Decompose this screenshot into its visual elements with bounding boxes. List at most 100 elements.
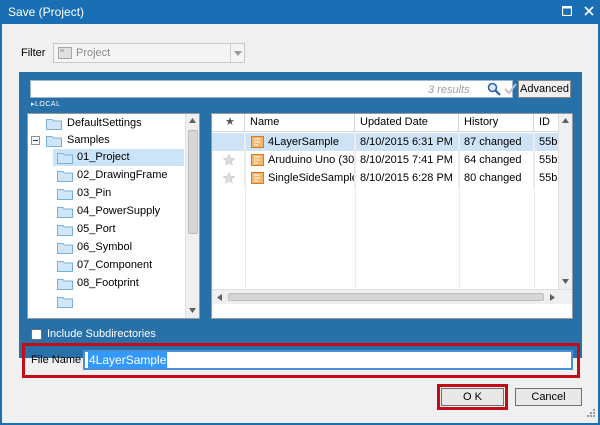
- project-file-icon: [251, 154, 264, 166]
- tree-item-08-footprint[interactable]: 08_Footprint: [53, 275, 184, 292]
- column-header-history[interactable]: History: [459, 114, 534, 132]
- checkbox-box[interactable]: [31, 329, 42, 340]
- grid-header: ★ Name Updated Date History ID: [212, 114, 572, 132]
- scroll-up-icon[interactable]: [562, 118, 569, 123]
- scroll-right-icon[interactable]: [550, 294, 555, 301]
- resize-grip-icon[interactable]: [586, 408, 596, 418]
- tree-item-07-component[interactable]: 07_Component: [53, 257, 184, 274]
- tree-item-label: 04_PowerSupply: [77, 205, 161, 217]
- folder-icon: [57, 171, 73, 182]
- id-cell: 55b9bc: [539, 172, 558, 184]
- star-cell[interactable]: [212, 133, 245, 151]
- project-filter-icon: [58, 47, 72, 59]
- folder-icon: [57, 153, 73, 164]
- project-name: SingleSideSample: [268, 172, 355, 184]
- column-divider: [245, 132, 246, 288]
- name-cell: 4LayerSample: [245, 133, 355, 151]
- folder-icon: [57, 207, 73, 218]
- file-name-label: File Name: [31, 354, 82, 366]
- file-name-row-highlight: File Name 4LayerSample: [22, 343, 580, 378]
- cancel-button[interactable]: Cancel: [515, 388, 582, 406]
- tree-item-label: DefaultSettings: [67, 117, 142, 129]
- tree-item-partial[interactable]: [53, 293, 184, 310]
- folder-icon: [57, 189, 73, 200]
- folder-tree[interactable]: DefaultSettings Samples 01_Project 02_Dr…: [27, 113, 200, 319]
- column-divider: [459, 132, 460, 288]
- tree-item-05-port[interactable]: 05_Port: [53, 221, 184, 238]
- history-cell: 64 changed: [459, 151, 534, 169]
- tree-item-label: Samples: [67, 134, 110, 146]
- project-list-grid[interactable]: ★ Name Updated Date History ID 4LayerSam…: [211, 113, 573, 319]
- scroll-down-icon[interactable]: [189, 308, 196, 313]
- project-name: Aruduino Uno (300: [268, 154, 355, 166]
- advanced-button[interactable]: Advanced: [518, 80, 571, 98]
- folder-icon: [46, 119, 62, 130]
- date-cell: 8/10/2015 7:41 PM: [355, 151, 459, 169]
- tree-item-06-symbol[interactable]: 06_Symbol: [53, 239, 184, 256]
- folder-icon: [57, 225, 73, 236]
- scroll-down-icon[interactable]: [562, 279, 569, 284]
- tree-item-01-project[interactable]: 01_Project: [53, 149, 184, 166]
- star-icon[interactable]: [223, 154, 235, 166]
- chevron-down-icon: [234, 51, 242, 56]
- column-header-star[interactable]: ★: [212, 114, 245, 132]
- local-label: ▸LOCAL: [31, 101, 61, 108]
- tree-item-03-pin[interactable]: 03_Pin: [53, 185, 184, 202]
- tree-item-label: 06_Symbol: [77, 241, 133, 253]
- maximize-icon: [561, 5, 573, 17]
- tree-item-04-powersupply[interactable]: 04_PowerSupply: [53, 203, 184, 220]
- filter-value: Project: [76, 47, 111, 59]
- grid-vertical-scrollbar[interactable]: [558, 114, 572, 289]
- column-divider: [355, 132, 356, 288]
- folder-icon: [57, 297, 73, 308]
- tree-item-02-drawingframe[interactable]: 02_DrawingFrame: [53, 167, 184, 184]
- project-file-icon: [251, 136, 264, 148]
- search-icon[interactable]: [487, 82, 501, 96]
- folder-icon: [57, 243, 73, 254]
- tree-item-label: 07_Component: [77, 259, 153, 271]
- search-input[interactable]: 3 results: [30, 80, 517, 98]
- tree-item-label: 08_Footprint: [77, 277, 139, 289]
- tree-vertical-scrollbar[interactable]: [185, 114, 199, 318]
- filter-dropdown[interactable]: Project: [53, 43, 245, 63]
- tree-item-label: 05_Port: [77, 223, 116, 235]
- tree-scroll-thumb[interactable]: [188, 130, 198, 234]
- file-name-input[interactable]: 4LayerSample: [83, 350, 573, 370]
- file-name-value: 4LayerSample: [88, 352, 168, 368]
- ok-button[interactable]: O K: [441, 388, 504, 406]
- folder-icon: [57, 261, 73, 272]
- checkmark-icon[interactable]: [504, 83, 517, 95]
- scroll-up-icon[interactable]: [189, 118, 196, 123]
- column-header-updated-date[interactable]: Updated Date: [355, 114, 459, 132]
- close-button[interactable]: [578, 2, 600, 20]
- tree-item-label: 03_Pin: [77, 187, 112, 199]
- filter-label: Filter: [21, 47, 46, 59]
- results-count: 3 results: [428, 84, 470, 96]
- filter-dropdown-arrow[interactable]: [230, 44, 244, 62]
- tree-item-label: 01_Project: [77, 151, 130, 163]
- title-bar[interactable]: Save (Project): [0, 0, 600, 24]
- name-cell: Aruduino Uno (300: [245, 151, 355, 169]
- ok-button-highlight: O K: [437, 384, 508, 410]
- history-cell: 80 changed: [459, 169, 534, 187]
- table-row[interactable]: SingleSideSample 8/10/2015 6:28 PM 80 ch…: [212, 169, 558, 187]
- collapse-toggle[interactable]: [31, 136, 40, 145]
- project-file-icon: [251, 172, 264, 184]
- id-cell: 55b9bc: [539, 154, 558, 166]
- dialog-body: Filter Project 3 results Advanced ▸LOCAL…: [2, 24, 598, 423]
- table-row[interactable]: 4LayerSample 8/10/2015 6:31 PM 87 change…: [212, 133, 558, 151]
- column-header-name[interactable]: Name: [245, 114, 355, 132]
- maximize-button[interactable]: [556, 2, 578, 20]
- id-cell: 55b9bc: [539, 136, 558, 148]
- table-row[interactable]: Aruduino Uno (300 8/10/2015 7:41 PM 64 c…: [212, 151, 558, 169]
- star-cell[interactable]: [212, 151, 245, 169]
- column-header-id[interactable]: ID: [534, 114, 558, 132]
- grid-horizontal-scrollbar[interactable]: [212, 289, 572, 304]
- close-icon: [584, 6, 594, 16]
- tree-item-defaultsettings[interactable]: DefaultSettings: [28, 115, 183, 132]
- star-cell[interactable]: [212, 169, 245, 187]
- scroll-left-icon[interactable]: [217, 294, 222, 301]
- grid-horizontal-scroll-thumb[interactable]: [228, 293, 544, 301]
- tree-item-samples[interactable]: Samples: [28, 132, 183, 149]
- star-icon[interactable]: [223, 172, 235, 184]
